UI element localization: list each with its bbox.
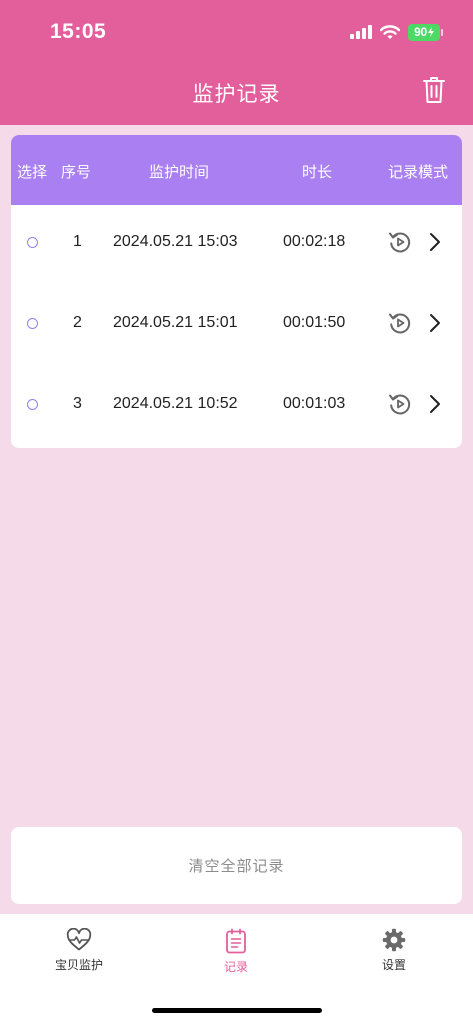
row-time: 2024.05.21 15:03: [113, 233, 238, 250]
battery-level: 90: [414, 25, 427, 39]
trash-icon[interactable]: [423, 76, 445, 104]
table-header: 选择 序号 监护时间 时长 记录模式: [11, 135, 462, 205]
wifi-icon: [380, 24, 400, 39]
row-duration: 00:01:03: [283, 395, 346, 412]
table-row[interactable]: 2 2024.05.21 15:01 00:01:50: [11, 286, 462, 367]
column-header-mode: 记录模式: [388, 164, 449, 181]
status-time: 15:05: [50, 20, 107, 43]
tab-baby-monitor[interactable]: 宝贝监护: [29, 928, 129, 973]
row-time: 2024.05.21 15:01: [113, 314, 238, 331]
records-table: 选择 序号 监护时间 时长 记录模式 1 2024.05.21 15:03 00…: [11, 135, 462, 448]
replay-icon[interactable]: [388, 311, 412, 335]
chevron-right-icon[interactable]: [429, 313, 441, 333]
replay-icon[interactable]: [388, 230, 412, 254]
column-header-index: 序号: [61, 164, 92, 181]
signal-icon: [350, 25, 372, 39]
tab-label: 宝贝监护: [54, 958, 103, 972]
charging-bolt-icon: [427, 27, 434, 37]
row-index: 3: [73, 395, 82, 412]
column-header-duration: 时长: [302, 164, 333, 181]
chevron-right-icon[interactable]: [429, 232, 441, 252]
tab-label: 记录: [223, 960, 248, 974]
table-row[interactable]: 1 2024.05.21 15:03 00:02:18: [11, 205, 462, 286]
row-index: 1: [73, 233, 82, 250]
row-index: 2: [73, 314, 82, 331]
status-icons: 90: [350, 23, 443, 41]
tab-records[interactable]: 记录: [186, 928, 286, 975]
row-select-radio[interactable]: [27, 399, 38, 410]
chevron-right-icon[interactable]: [429, 394, 441, 414]
top-header: 15:05 90 监护记录: [0, 0, 473, 125]
row-duration: 00:02:18: [283, 233, 346, 250]
table-row[interactable]: 3 2024.05.21 10:52 00:01:03: [11, 367, 462, 448]
column-header-select: 选择: [17, 164, 48, 181]
page-title: 监护记录: [192, 83, 281, 106]
replay-icon[interactable]: [388, 392, 412, 416]
heart-pulse-icon: [66, 928, 92, 951]
battery-indicator: 90: [408, 23, 443, 41]
tab-label: 设置: [381, 958, 406, 972]
gear-icon: [382, 928, 406, 952]
clear-all-records-button[interactable]: 清空全部记录: [11, 827, 462, 904]
row-time: 2024.05.21 10:52: [113, 395, 238, 412]
row-select-radio[interactable]: [27, 237, 38, 248]
row-duration: 00:01:50: [283, 314, 346, 331]
clipboard-icon: [226, 928, 246, 954]
row-select-radio[interactable]: [27, 318, 38, 329]
column-header-time: 监护时间: [149, 164, 210, 181]
home-indicator: [152, 1008, 322, 1013]
tab-settings[interactable]: 设置: [344, 928, 444, 973]
